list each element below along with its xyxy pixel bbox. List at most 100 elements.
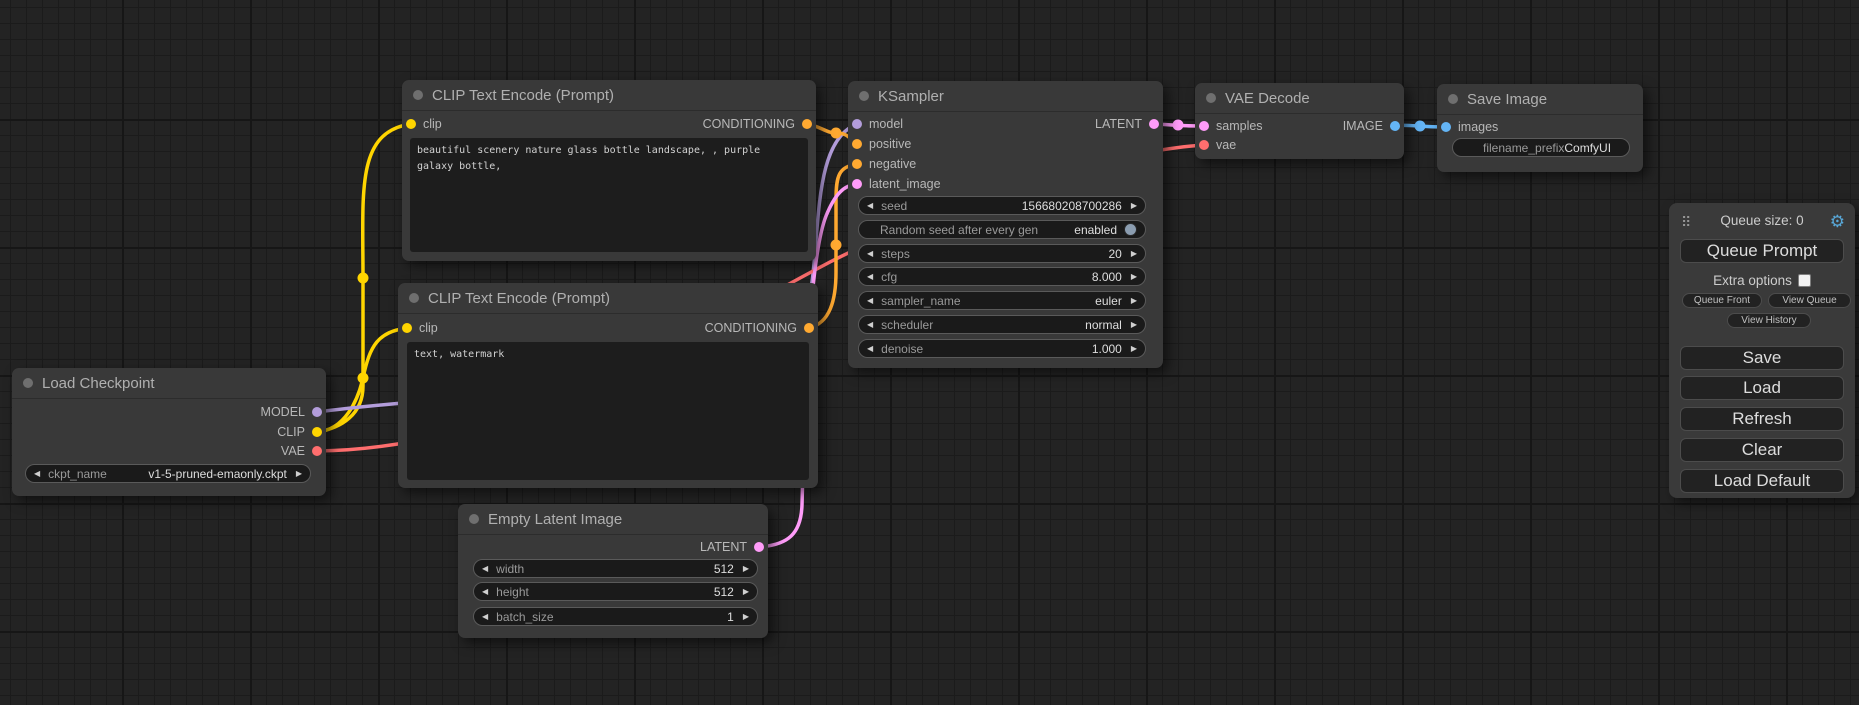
queue-front-button[interactable]: Queue Front: [1682, 293, 1762, 308]
next-value-arrow-icon[interactable]: ▶: [1131, 321, 1137, 329]
node-header[interactable]: KSampler: [848, 81, 1163, 112]
prev-value-arrow-icon[interactable]: ◀: [867, 321, 873, 329]
increment-arrow-icon[interactable]: ▶: [1131, 273, 1137, 281]
decrement-arrow-icon[interactable]: ◀: [482, 613, 488, 621]
latent-output-dot[interactable]: [1149, 119, 1159, 129]
toggle-circle-icon[interactable]: [1124, 223, 1137, 236]
input-slot-vae[interactable]: vae: [1195, 135, 1236, 155]
positive-prompt-textarea[interactable]: beautiful scenery nature glass bottle la…: [410, 138, 808, 252]
node-clip-text-encode-negative[interactable]: CLIP Text Encode (Prompt) clip CONDITION…: [398, 283, 818, 488]
output-slot-vae[interactable]: VAE: [281, 441, 326, 461]
node-header[interactable]: CLIP Text Encode (Prompt): [402, 80, 816, 111]
input-slot-negative[interactable]: negative: [848, 154, 916, 174]
clip-output-dot[interactable]: [312, 427, 322, 437]
node-clip-text-encode-positive[interactable]: CLIP Text Encode (Prompt) clip CONDITION…: [402, 80, 816, 261]
node-header[interactable]: CLIP Text Encode (Prompt): [398, 283, 818, 314]
queue-panel[interactable]: ⠿ Queue size: 0 ⚙ Queue Prompt Extra opt…: [1669, 203, 1855, 498]
view-queue-button[interactable]: View Queue: [1768, 293, 1851, 308]
model-input-dot[interactable]: [852, 119, 862, 129]
samples-input-dot[interactable]: [1199, 121, 1209, 131]
conditioning-output-dot[interactable]: [802, 119, 812, 129]
clip-input-dot[interactable]: [402, 323, 412, 333]
decrement-arrow-icon[interactable]: ◀: [482, 565, 488, 573]
ckpt-name-widget[interactable]: ◀ ckpt_name v1-5-pruned-emaonly.ckpt ▶: [25, 464, 311, 483]
collapse-dot-icon[interactable]: [1206, 93, 1216, 103]
increment-arrow-icon[interactable]: ▶: [743, 588, 749, 596]
prev-value-arrow-icon[interactable]: ◀: [34, 470, 40, 478]
node-header[interactable]: VAE Decode: [1195, 83, 1404, 114]
output-slot-clip[interactable]: CLIP: [277, 422, 326, 442]
decrement-arrow-icon[interactable]: ◀: [867, 250, 873, 258]
input-slot-model[interactable]: model: [848, 114, 903, 134]
output-slot-conditioning[interactable]: CONDITIONING: [703, 114, 816, 134]
collapse-dot-icon[interactable]: [859, 91, 869, 101]
view-history-button[interactable]: View History: [1727, 313, 1811, 328]
increment-arrow-icon[interactable]: ▶: [1131, 202, 1137, 210]
negative-prompt-textarea[interactable]: text, watermark: [407, 342, 809, 480]
seed-widget[interactable]: ◀ seed 156680208700286 ▶: [858, 196, 1146, 215]
clear-button[interactable]: Clear: [1680, 438, 1844, 462]
prev-value-arrow-icon[interactable]: ◀: [867, 297, 873, 305]
decrement-arrow-icon[interactable]: ◀: [482, 588, 488, 596]
random-seed-toggle-widget[interactable]: Random seed after every gen enabled: [858, 220, 1146, 239]
input-slot-clip[interactable]: clip: [402, 114, 442, 134]
denoise-widget[interactable]: ◀ denoise 1.000 ▶: [858, 339, 1146, 358]
collapse-dot-icon[interactable]: [23, 378, 33, 388]
next-value-arrow-icon[interactable]: ▶: [1131, 297, 1137, 305]
node-header[interactable]: Save Image: [1437, 84, 1643, 115]
scheduler-widget[interactable]: ◀ scheduler normal ▶: [858, 315, 1146, 334]
image-output-dot[interactable]: [1390, 121, 1400, 131]
queue-prompt-button[interactable]: Queue Prompt: [1680, 239, 1844, 263]
output-slot-latent[interactable]: LATENT: [1095, 114, 1163, 134]
output-slot-model[interactable]: MODEL: [261, 402, 326, 422]
filename-prefix-widget[interactable]: filename_prefix ComfyUI: [1452, 138, 1630, 157]
comfyui-canvas[interactable]: { "app": {"name_note": "node graph edito…: [0, 0, 1859, 705]
model-output-dot[interactable]: [312, 407, 322, 417]
collapse-dot-icon[interactable]: [413, 90, 423, 100]
collapse-dot-icon[interactable]: [469, 514, 479, 524]
node-load-checkpoint[interactable]: Load Checkpoint MODEL CLIP VAE ◀ ckpt_na…: [12, 368, 326, 496]
decrement-arrow-icon[interactable]: ◀: [867, 345, 873, 353]
output-slot-latent[interactable]: LATENT: [700, 537, 768, 557]
refresh-button[interactable]: Refresh: [1680, 407, 1844, 431]
collapse-dot-icon[interactable]: [409, 293, 419, 303]
node-header[interactable]: Load Checkpoint: [12, 368, 326, 399]
increment-arrow-icon[interactable]: ▶: [1131, 345, 1137, 353]
input-slot-latent-image[interactable]: latent_image: [848, 174, 941, 194]
node-header[interactable]: Empty Latent Image: [458, 504, 768, 535]
node-empty-latent-image[interactable]: Empty Latent Image LATENT ◀ width 512 ▶ …: [458, 504, 768, 638]
decrement-arrow-icon[interactable]: ◀: [867, 202, 873, 210]
cfg-widget[interactable]: ◀ cfg 8.000 ▶: [858, 267, 1146, 286]
conditioning-output-dot[interactable]: [804, 323, 814, 333]
extra-options-checkbox[interactable]: [1798, 274, 1811, 287]
vae-input-dot[interactable]: [1199, 140, 1209, 150]
output-slot-conditioning[interactable]: CONDITIONING: [705, 318, 818, 338]
decrement-arrow-icon[interactable]: ◀: [867, 273, 873, 281]
node-ksampler[interactable]: KSampler model LATENT positive negative …: [848, 81, 1163, 368]
latent-output-dot[interactable]: [754, 542, 764, 552]
node-vae-decode[interactable]: VAE Decode samples IMAGE vae: [1195, 83, 1404, 159]
images-input-dot[interactable]: [1441, 122, 1451, 132]
input-slot-clip[interactable]: clip: [398, 318, 438, 338]
positive-input-dot[interactable]: [852, 139, 862, 149]
output-slot-image[interactable]: IMAGE: [1343, 116, 1404, 136]
input-slot-positive[interactable]: positive: [848, 134, 911, 154]
steps-widget[interactable]: ◀ steps 20 ▶: [858, 244, 1146, 263]
settings-gear-icon[interactable]: ⚙: [1830, 211, 1845, 233]
width-widget[interactable]: ◀ width 512 ▶: [473, 559, 758, 578]
next-value-arrow-icon[interactable]: ▶: [296, 470, 302, 478]
node-save-image[interactable]: Save Image images filename_prefix ComfyU…: [1437, 84, 1643, 172]
sampler-name-widget[interactable]: ◀ sampler_name euler ▶: [858, 291, 1146, 310]
vae-output-dot[interactable]: [312, 446, 322, 456]
clip-input-dot[interactable]: [406, 119, 416, 129]
increment-arrow-icon[interactable]: ▶: [1131, 250, 1137, 258]
collapse-dot-icon[interactable]: [1448, 94, 1458, 104]
latent-image-input-dot[interactable]: [852, 179, 862, 189]
load-button[interactable]: Load: [1680, 376, 1844, 400]
increment-arrow-icon[interactable]: ▶: [743, 565, 749, 573]
input-slot-samples[interactable]: samples: [1195, 116, 1263, 136]
batch-size-widget[interactable]: ◀ batch_size 1 ▶: [473, 607, 758, 626]
load-default-button[interactable]: Load Default: [1680, 469, 1844, 493]
increment-arrow-icon[interactable]: ▶: [743, 613, 749, 621]
save-button[interactable]: Save: [1680, 346, 1844, 370]
